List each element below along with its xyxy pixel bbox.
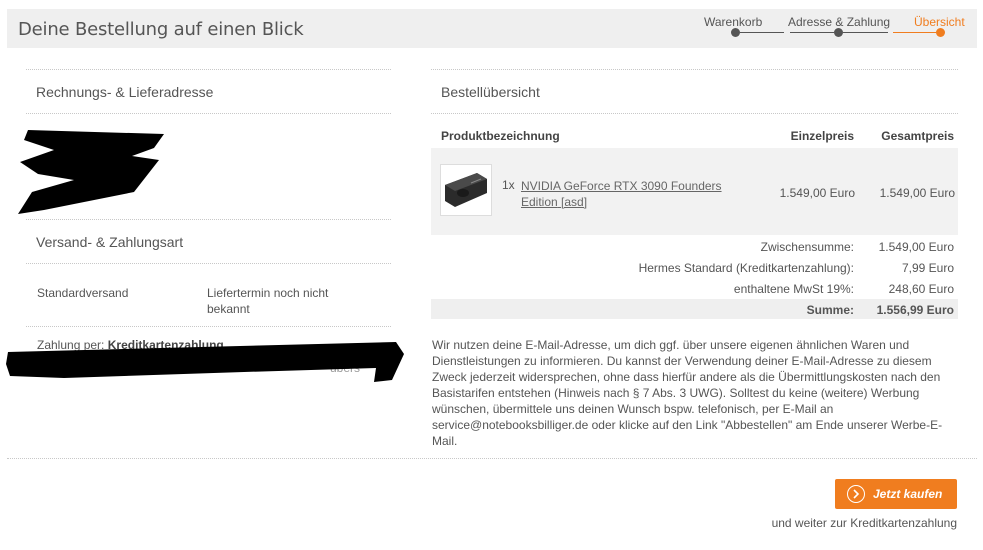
- divider: [431, 113, 958, 114]
- divider: [26, 219, 391, 220]
- buy-now-label: Jetzt kaufen: [873, 487, 943, 501]
- address-section-title: Rechnungs- & Lieferadresse: [36, 84, 214, 100]
- step-adresse-zahlung[interactable]: Adresse & Zahlung: [788, 15, 890, 29]
- step-connector: [740, 32, 784, 33]
- shipping-cost-value: 7,99 Euro: [901, 261, 954, 275]
- subtotal-value: 1.549,00 Euro: [878, 240, 954, 254]
- product-link[interactable]: NVIDIA GeForce RTX 3090 Founders Edition…: [521, 178, 761, 210]
- delivery-date: Liefertermin noch nicht bekannt: [207, 286, 329, 316]
- step-connector-active: [893, 32, 936, 33]
- product-image[interactable]: [440, 164, 492, 216]
- shipping-cost-label: Hermes Standard (Kreditkartenzahlung):: [638, 261, 854, 275]
- buy-now-subtext: und weiter zur Kreditkartenzahlung: [771, 516, 957, 530]
- divider: [26, 69, 391, 70]
- checkout-progress: Warenkorb Adresse & Zahlung Übersicht: [0, 0, 983, 48]
- divider: [7, 458, 977, 459]
- step-uebersicht-dot: [936, 28, 945, 37]
- step-connector: [843, 32, 888, 33]
- divider: [26, 113, 391, 114]
- product-variant[interactable]: [asd]: [561, 195, 587, 209]
- shipping-section-title: Versand- & Zahlungsart: [36, 234, 184, 250]
- step-uebersicht: Übersicht: [914, 15, 965, 29]
- email-notice: Wir nutzen deine E-Mail-Adresse, um dich…: [432, 338, 943, 448]
- buy-now-button[interactable]: Jetzt kaufen: [835, 479, 957, 509]
- shipping-method: Standardversand: [37, 286, 129, 300]
- divider: [26, 326, 391, 327]
- column-unit-price: Einzelpreis: [790, 129, 854, 143]
- product-quantity: 1x: [502, 178, 515, 192]
- chevron-right-circle-icon: [847, 485, 865, 503]
- redacted-payment: [6, 342, 404, 382]
- column-product: Produktbezeichnung: [441, 129, 560, 143]
- divider: [431, 69, 958, 70]
- step-adresse-zahlung-dot: [834, 28, 843, 37]
- divider: [26, 263, 391, 264]
- order-section-title: Bestellübersicht: [441, 84, 540, 100]
- vat-label: enthaltene MwSt 19%:: [733, 282, 854, 296]
- column-total-price: Gesamtpreis: [881, 129, 954, 143]
- total-value: 1.556,99 Euro: [876, 303, 954, 317]
- step-warenkorb-dot: [731, 28, 740, 37]
- total-label: Summe:: [806, 303, 854, 317]
- vat-value: 248,60 Euro: [888, 282, 954, 296]
- redacted-address: [18, 130, 164, 214]
- product-total-price: 1.549,00 Euro: [879, 186, 955, 200]
- product-unit-price: 1.549,00 Euro: [779, 186, 855, 200]
- step-warenkorb[interactable]: Warenkorb: [704, 15, 762, 29]
- table-row: 1x NVIDIA GeForce RTX 3090 Founders Edit…: [431, 148, 958, 235]
- subtotal-label: Zwischensumme:: [760, 240, 854, 254]
- step-connector: [790, 32, 834, 33]
- graphics-card-icon: [445, 173, 487, 207]
